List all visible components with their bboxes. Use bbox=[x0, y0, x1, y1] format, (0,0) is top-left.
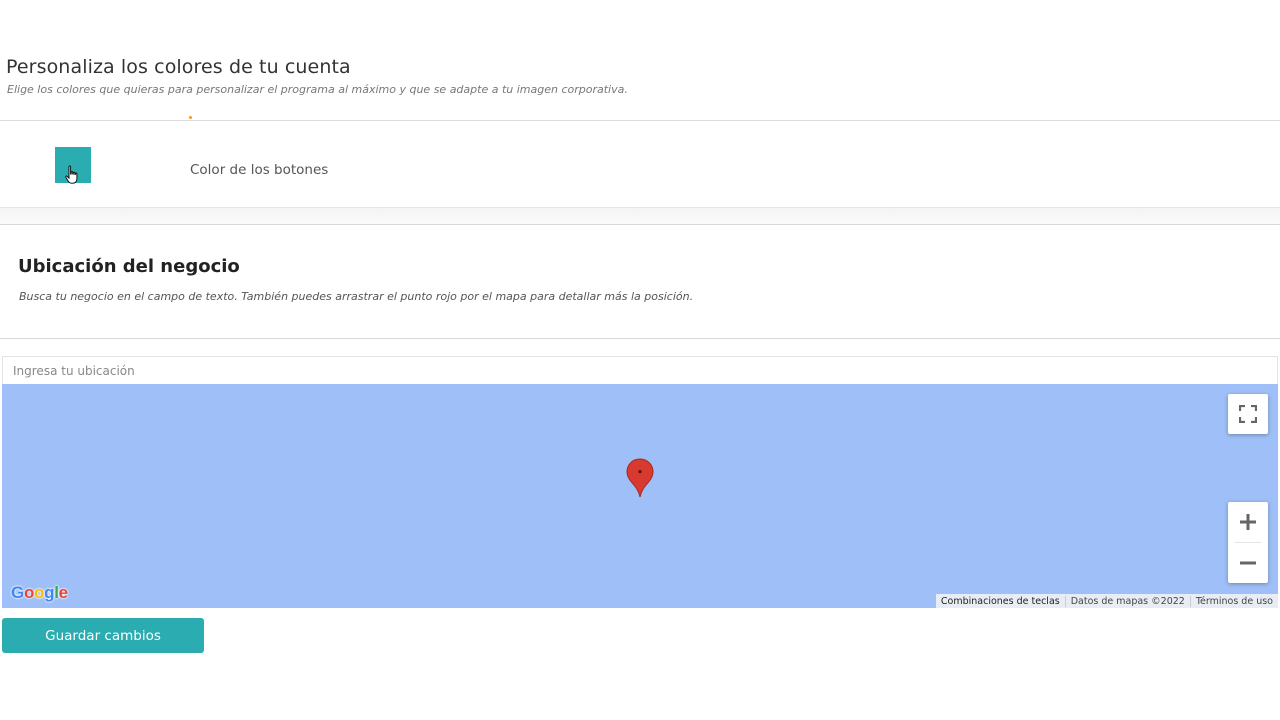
map-data-attribution: Datos de mapas ©2022 bbox=[1064, 595, 1190, 607]
zoom-in-button[interactable] bbox=[1228, 502, 1268, 542]
google-logo-letter: o bbox=[23, 583, 35, 602]
location-section-title: Ubicación del negocio bbox=[18, 256, 240, 277]
indicator-dot bbox=[189, 116, 192, 119]
google-logo-letter: g bbox=[44, 583, 55, 602]
google-logo-letter: e bbox=[58, 583, 68, 602]
zoom-out-icon bbox=[1240, 561, 1256, 565]
colors-section-title: Personaliza los colores de tu cuenta bbox=[6, 56, 351, 78]
button-color-label: Color de los botones bbox=[190, 162, 329, 178]
zoom-controls bbox=[1228, 502, 1268, 583]
zoom-out-button[interactable] bbox=[1228, 543, 1268, 583]
cursor-hand-icon bbox=[65, 165, 78, 184]
location-divider bbox=[0, 338, 1280, 339]
keyboard-shortcuts-link[interactable]: Combinaciones de teclas bbox=[936, 596, 1065, 607]
button-color-row: Color de los botones bbox=[0, 120, 1280, 208]
save-changes-button[interactable]: Guardar cambios bbox=[2, 618, 204, 653]
button-color-swatch[interactable] bbox=[55, 147, 91, 184]
section-separator bbox=[0, 208, 1280, 225]
map-attribution: Combinaciones de teclas Datos de mapas ©… bbox=[935, 594, 1278, 608]
fullscreen-button[interactable] bbox=[1228, 394, 1268, 434]
location-section-subtitle: Busca tu negocio en el campo de texto. T… bbox=[19, 290, 694, 303]
google-logo-letter: G bbox=[11, 583, 24, 602]
map-pin-icon[interactable] bbox=[625, 458, 655, 498]
colors-section-subtitle: Elige los colores que quieras para perso… bbox=[7, 83, 628, 96]
map-canvas[interactable]: Google Combinaciones de teclas Datos de … bbox=[2, 384, 1278, 608]
terms-of-use-link[interactable]: Términos de uso bbox=[1189, 595, 1278, 607]
google-logo-letter: o bbox=[34, 583, 45, 602]
google-logo[interactable]: Google bbox=[11, 583, 68, 603]
zoom-in-icon bbox=[1240, 514, 1256, 530]
fullscreen-icon bbox=[1239, 405, 1257, 423]
location-search-input[interactable] bbox=[2, 356, 1278, 384]
